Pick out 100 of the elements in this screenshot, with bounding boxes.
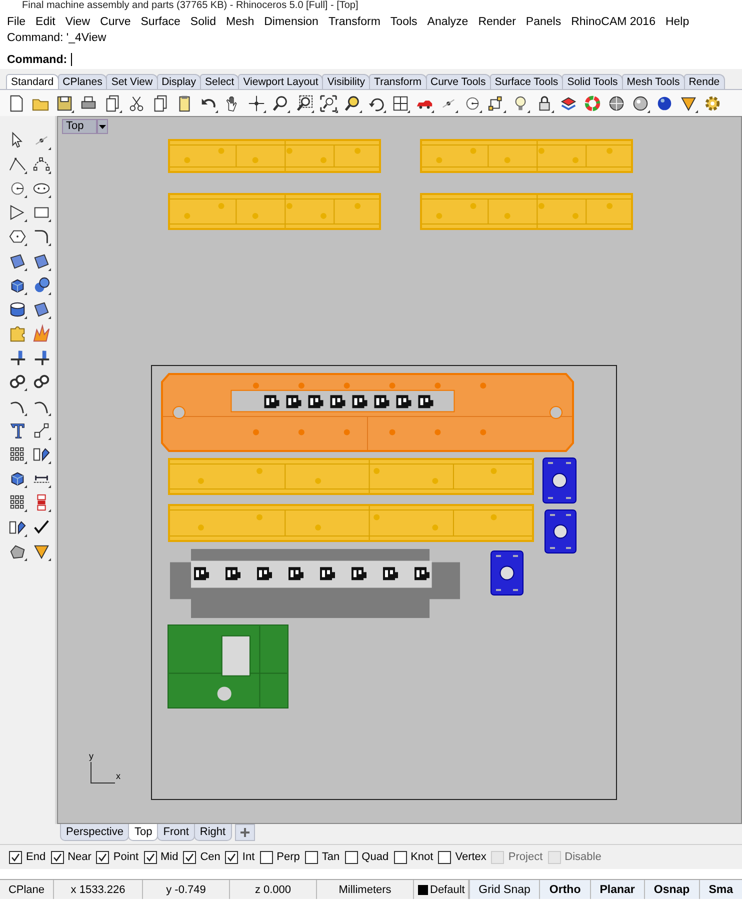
status-toggle[interactable]: Sma [698,880,742,899]
surface-icon[interactable] [32,300,50,319]
status-field: z 0.000 [230,880,317,899]
viewport-tab[interactable]: Right [194,824,232,841]
osnap-label: Near [68,851,92,863]
status-field: CPlane [0,880,54,899]
viewport-label[interactable]: Top [62,119,97,134]
osnap-label: Cen [200,851,220,863]
toolbar-tab[interactable]: Standard [6,74,59,89]
menu-item[interactable]: Mesh [222,16,260,28]
checkbox[interactable] [394,850,407,864]
dropdown-caret-icon[interactable] [96,119,108,134]
surface-icon[interactable] [32,252,50,271]
menu-item[interactable]: Panels [522,16,568,28]
checkbox[interactable] [50,850,64,864]
status-field: Millimeters [317,880,414,899]
osnap-label: Knot [410,851,434,863]
command-history: Command: '_4View [6,31,108,46]
array-icon[interactable] [8,493,26,512]
axis-label: y [89,751,94,761]
control-point-curve-icon[interactable] [32,154,50,174]
status-toggle[interactable]: Grid Snap [468,880,540,899]
osnap-label: Int [242,851,255,863]
axis-label: x [116,771,120,781]
mirror-icon[interactable] [32,445,50,464]
status-field: x 1533.226 [54,880,143,899]
toolbar-tab[interactable]: Visibility [322,74,370,89]
toolbar-tab[interactable]: Mesh Tools [622,74,685,89]
menu-item[interactable]: Dimension [260,16,324,28]
toolbar-tab[interactable]: Display [156,74,202,89]
crosshair-icon[interactable] [247,94,266,112]
checkbox[interactable] [9,850,22,864]
toolbar-tab[interactable]: Transform [369,74,426,89]
menu-item[interactable]: Help [661,16,696,28]
menu-item[interactable]: Curve [96,16,137,28]
toolbar-tab[interactable]: Viewport Layout [238,74,324,89]
scale-icon[interactable] [32,420,50,440]
sphere-icon[interactable] [631,94,650,112]
puzzle-icon[interactable] [8,324,26,344]
menu-item[interactable]: View [61,16,96,28]
text-icon[interactable] [8,420,26,440]
layer-name[interactable]: Default [430,884,465,896]
menu-item[interactable]: Transform [324,16,386,28]
checkbox[interactable] [225,850,238,864]
zoom-icon[interactable] [271,94,290,112]
osnap-label: Tan [322,851,340,863]
circles-icon[interactable] [8,372,26,392]
osnap-label: Vertex [455,851,486,863]
osnap-label: Point [113,851,138,863]
checkbox[interactable] [344,850,358,864]
window-title: Final machine assembly and parts (37765 KB) - Rhinoceros 5.0 [Full] - [Top] [21,0,360,11]
snap-points-icon[interactable] [487,94,506,112]
osnap-label: Perp [276,851,300,863]
status-toggle[interactable]: Osnap [644,880,699,899]
status-toggle[interactable]: Ortho [539,880,590,899]
zoom-icon[interactable] [343,94,362,112]
add-tab-icon[interactable] [234,824,255,841]
cylinder-icon[interactable] [8,300,26,319]
toolbar-tab[interactable]: Set View [106,74,158,89]
surface-icon[interactable] [8,252,26,271]
checkbox[interactable] [438,850,452,864]
zoom-window-icon[interactable] [295,94,314,112]
toolbar-tab[interactable]: CPlanes [58,74,108,89]
toolbar-tab[interactable]: Curve Tools [426,74,491,89]
checkbox[interactable] [260,850,273,864]
explosion-icon[interactable] [32,324,50,344]
menu-item[interactable]: RhinoCAM 2016 [567,16,662,28]
toolbar-tab[interactable]: Solid Tools [562,74,623,89]
osnap-label: Project [508,851,543,863]
color-wheel-icon[interactable] [583,94,602,112]
grid-icon[interactable] [8,445,26,464]
viewport-tab[interactable]: Front [157,824,195,841]
gear-icon[interactable] [703,94,722,112]
viewport-tab[interactable]: Perspective [60,824,130,841]
menu-item[interactable]: File [3,16,32,28]
grid-icon[interactable] [391,94,410,112]
zoom-extents-icon[interactable] [319,94,338,112]
menu-item[interactable]: Analyze [423,16,474,28]
menu-item[interactable]: Edit [32,16,62,28]
toolbar-tab[interactable]: Select [200,74,240,89]
menu-item[interactable]: Surface [136,16,186,28]
checkbox[interactable] [96,850,110,864]
checkbox[interactable] [304,850,318,864]
status-field: y -0.749 [143,880,230,899]
viewport-tab[interactable]: Top [128,824,158,841]
checkbox[interactable] [144,850,156,864]
menu-item[interactable]: Solid [186,16,222,28]
command-prompt: Command: [7,54,68,66]
osnap-label: End [26,851,46,863]
osnap-label: Disable [564,851,602,863]
menu-item[interactable]: Tools [386,16,424,28]
checkbox[interactable] [183,850,196,864]
sphere-icon[interactable] [607,94,626,112]
osnap-label: Quad [362,851,389,863]
arc-icon[interactable] [8,203,26,222]
toolbar-tab[interactable]: Rende [684,74,725,89]
osnap-label: Mid [160,851,178,863]
toolbar-tab[interactable]: Surface Tools [490,74,564,89]
status-toggle[interactable]: Planar [590,880,644,899]
menu-item[interactable]: Render [474,16,522,28]
